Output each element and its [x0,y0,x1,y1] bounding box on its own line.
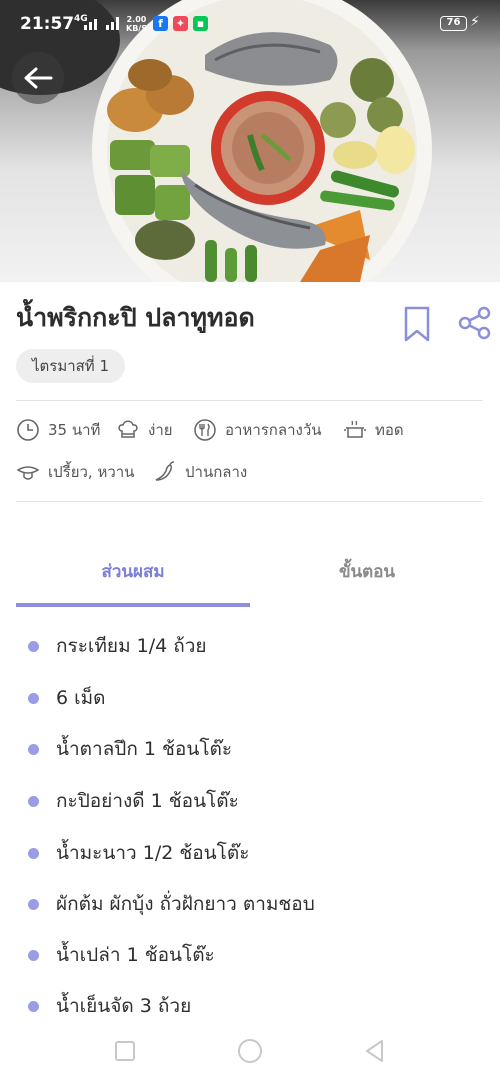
meta-taste: เปรี้ยว, หวาน [16,460,134,484]
ingredient-item: ผักต้ม ผักบุ้ง ถั่วฝักยาว ตามชอบ [28,889,315,919]
bookmark-icon[interactable] [403,306,431,342]
notification-app-icon: ✦ [173,16,188,31]
clock-icon [17,419,39,441]
meta-time: 35 นาที [16,418,100,442]
pot-icon [344,420,366,438]
signal-bars-icon [84,17,119,30]
share-icon[interactable] [458,306,492,340]
ingredient-item: 6 เม็ด [28,683,106,713]
bullet [28,640,39,652]
home-button[interactable] [235,1036,265,1066]
bullet [28,743,39,755]
chef-hat-icon [118,420,138,438]
battery-icon: 76 [440,16,467,31]
tongue-icon [16,466,40,480]
line-icon: ▪ [193,16,208,31]
trimester-tag[interactable]: ไตรมาสที่ 1 [16,349,126,383]
chili-icon [155,461,175,481]
divider [16,501,483,502]
facebook-icon: f [153,16,168,31]
bullet [28,692,39,704]
status-time: 21:57 [20,14,75,34]
bullet [28,795,39,807]
recipe-title: น้ำพริกกะปิ ปลาทูทอด [16,303,255,332]
meta-meal: อาหารกลางวัน [193,418,322,442]
divider [16,400,483,401]
ingredient-item: กระเทียม 1/4 ถ้วย [28,631,207,661]
status-bar: 21:57 4G 2.00 KB/S f ✦ ▪ 76 ⚡ [0,0,500,50]
meta-method: ทอด [343,418,404,442]
bullet [28,949,39,961]
back-nav-button[interactable] [360,1036,390,1066]
system-navigation-bar [0,1018,500,1083]
meta-spice: ปานกลาง [153,460,247,484]
tab-steps[interactable]: ขั้นตอน [250,558,484,585]
charging-icon: ⚡ [470,14,480,30]
utensils-icon [194,419,216,441]
bullet [28,1000,39,1012]
ingredient-item: น้ำเย็นจัด 3 ถ้วย [28,991,191,1021]
meta-difficulty: ง่าย [116,418,173,442]
ingredient-item: น้ำตาลปึก 1 ช้อนโต๊ะ [28,734,232,764]
bullet [28,847,39,859]
tab-ingredients[interactable]: ส่วนผสม [16,558,250,585]
back-button[interactable] [12,52,64,104]
network-speed: 2.00 KB/S [126,15,147,33]
ingredient-item: น้ำมะนาว 1/2 ช้อนโต๊ะ [28,838,249,868]
bullet [28,898,39,910]
active-tab-indicator [16,603,250,607]
recent-apps-button[interactable] [110,1036,140,1066]
arrow-left-icon [24,67,53,89]
ingredient-item: กะปิอย่างดี 1 ช้อนโต๊ะ [28,786,239,816]
ingredient-item: น้ำเปล่า 1 ช้อนโต๊ะ [28,940,215,970]
